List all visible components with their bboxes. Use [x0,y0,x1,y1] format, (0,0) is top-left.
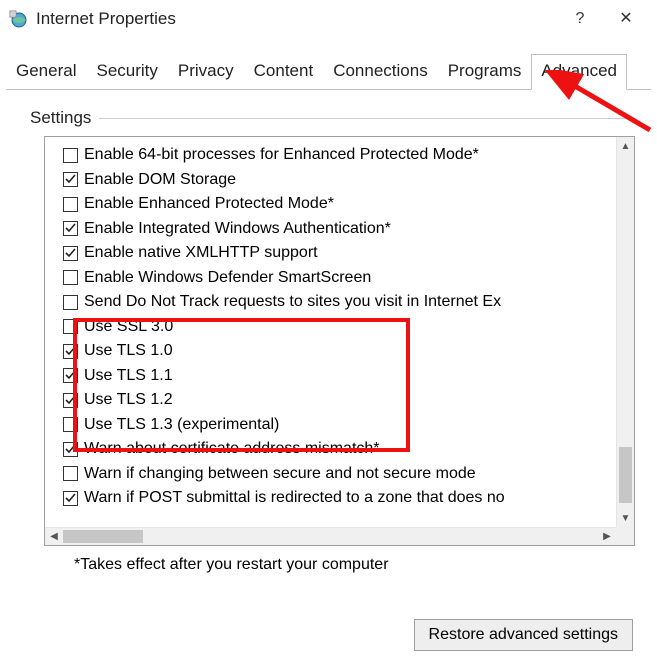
group-divider [99,118,635,119]
setting-label: Send Do Not Track requests to sites you … [84,293,501,311]
setting-label: Enable 64-bit processes for Enhanced Pro… [84,146,479,164]
setting-row[interactable]: Use SSL 3.0 [63,315,630,340]
window-titlebar: Internet Properties ? ✕ [0,0,657,38]
setting-label: Enable native XMLHTTP support [84,244,318,262]
setting-checkbox[interactable] [63,393,78,408]
scroll-down-icon[interactable]: ▼ [617,509,634,527]
setting-label: Enable DOM Storage [84,171,236,189]
setting-checkbox[interactable] [63,368,78,383]
settings-listbox[interactable]: Enable 64-bit processes for Enhanced Pro… [44,136,635,546]
setting-label: Warn if changing between secure and not … [84,465,476,483]
footnote-text: *Takes effect after you restart your com… [74,556,635,574]
setting-label: Use TLS 1.1 [84,367,173,385]
scroll-left-icon[interactable]: ◀ [45,528,63,545]
setting-label: Use TLS 1.2 [84,391,173,409]
setting-row[interactable]: Enable native XMLHTTP support [63,241,630,266]
tab-programs[interactable]: Programs [438,54,532,90]
setting-row[interactable]: Use TLS 1.2 [63,388,630,413]
hscroll-track[interactable] [63,528,598,545]
setting-row[interactable]: Enable Enhanced Protected Mode* [63,192,630,217]
help-button[interactable]: ? [557,4,603,34]
vertical-scrollbar[interactable]: ▲ ▼ [616,137,634,527]
tab-privacy[interactable]: Privacy [168,54,244,90]
setting-row[interactable]: Use TLS 1.0 [63,339,630,364]
group-label: Settings [30,108,99,128]
tab-strip: GeneralSecurityPrivacyContentConnections… [0,38,657,90]
setting-checkbox[interactable] [63,319,78,334]
setting-label: Warn about certificate address mismatch* [84,440,380,458]
internet-options-icon [8,9,28,29]
tab-general[interactable]: General [6,54,86,90]
tab-connections[interactable]: Connections [323,54,438,90]
setting-checkbox[interactable] [63,246,78,261]
tab-security[interactable]: Security [86,54,167,90]
tab-content[interactable]: Content [244,54,324,90]
setting-label: Use TLS 1.0 [84,342,173,360]
scroll-up-icon[interactable]: ▲ [617,137,634,155]
scroll-right-icon[interactable]: ▶ [598,528,616,545]
vscroll-thumb[interactable] [619,447,632,503]
setting-label: Warn if POST submittal is redirected to … [84,489,505,507]
settings-group: Settings Enable 64-bit processes for Enh… [0,90,657,574]
scroll-corner [616,527,634,545]
close-button[interactable]: ✕ [603,4,649,34]
setting-checkbox[interactable] [63,295,78,310]
vscroll-track[interactable] [617,155,634,509]
setting-label: Enable Enhanced Protected Mode* [84,195,334,213]
setting-label: Use SSL 3.0 [84,318,173,336]
setting-row[interactable]: Warn if POST submittal is redirected to … [63,486,630,511]
setting-checkbox[interactable] [63,491,78,506]
setting-checkbox[interactable] [63,197,78,212]
setting-checkbox[interactable] [63,270,78,285]
tab-advanced[interactable]: Advanced [531,54,627,90]
setting-checkbox[interactable] [63,221,78,236]
setting-checkbox[interactable] [63,417,78,432]
setting-row[interactable]: Enable DOM Storage [63,168,630,193]
group-header: Settings [30,108,635,128]
setting-label: Use TLS 1.3 (experimental) [84,416,279,434]
setting-row[interactable]: Use TLS 1.3 (experimental) [63,413,630,438]
setting-row[interactable]: Use TLS 1.1 [63,364,630,389]
setting-checkbox[interactable] [63,466,78,481]
restore-advanced-settings-button[interactable]: Restore advanced settings [414,619,633,651]
setting-checkbox[interactable] [63,172,78,187]
setting-label: Enable Windows Defender SmartScreen [84,269,371,287]
setting-checkbox[interactable] [63,442,78,457]
setting-checkbox[interactable] [63,344,78,359]
setting-row[interactable]: Warn about certificate address mismatch* [63,437,630,462]
setting-row[interactable]: Enable 64-bit processes for Enhanced Pro… [63,143,630,168]
hscroll-thumb[interactable] [63,530,143,543]
setting-row[interactable]: Warn if changing between secure and not … [63,462,630,487]
setting-label: Enable Integrated Windows Authentication… [84,220,391,238]
setting-row[interactable]: Enable Windows Defender SmartScreen [63,266,630,291]
setting-row[interactable]: Send Do Not Track requests to sites you … [63,290,630,315]
window-title: Internet Properties [36,9,176,29]
setting-row[interactable]: Enable Integrated Windows Authentication… [63,217,630,242]
horizontal-scrollbar[interactable]: ◀ ▶ [45,527,634,545]
setting-checkbox[interactable] [63,148,78,163]
